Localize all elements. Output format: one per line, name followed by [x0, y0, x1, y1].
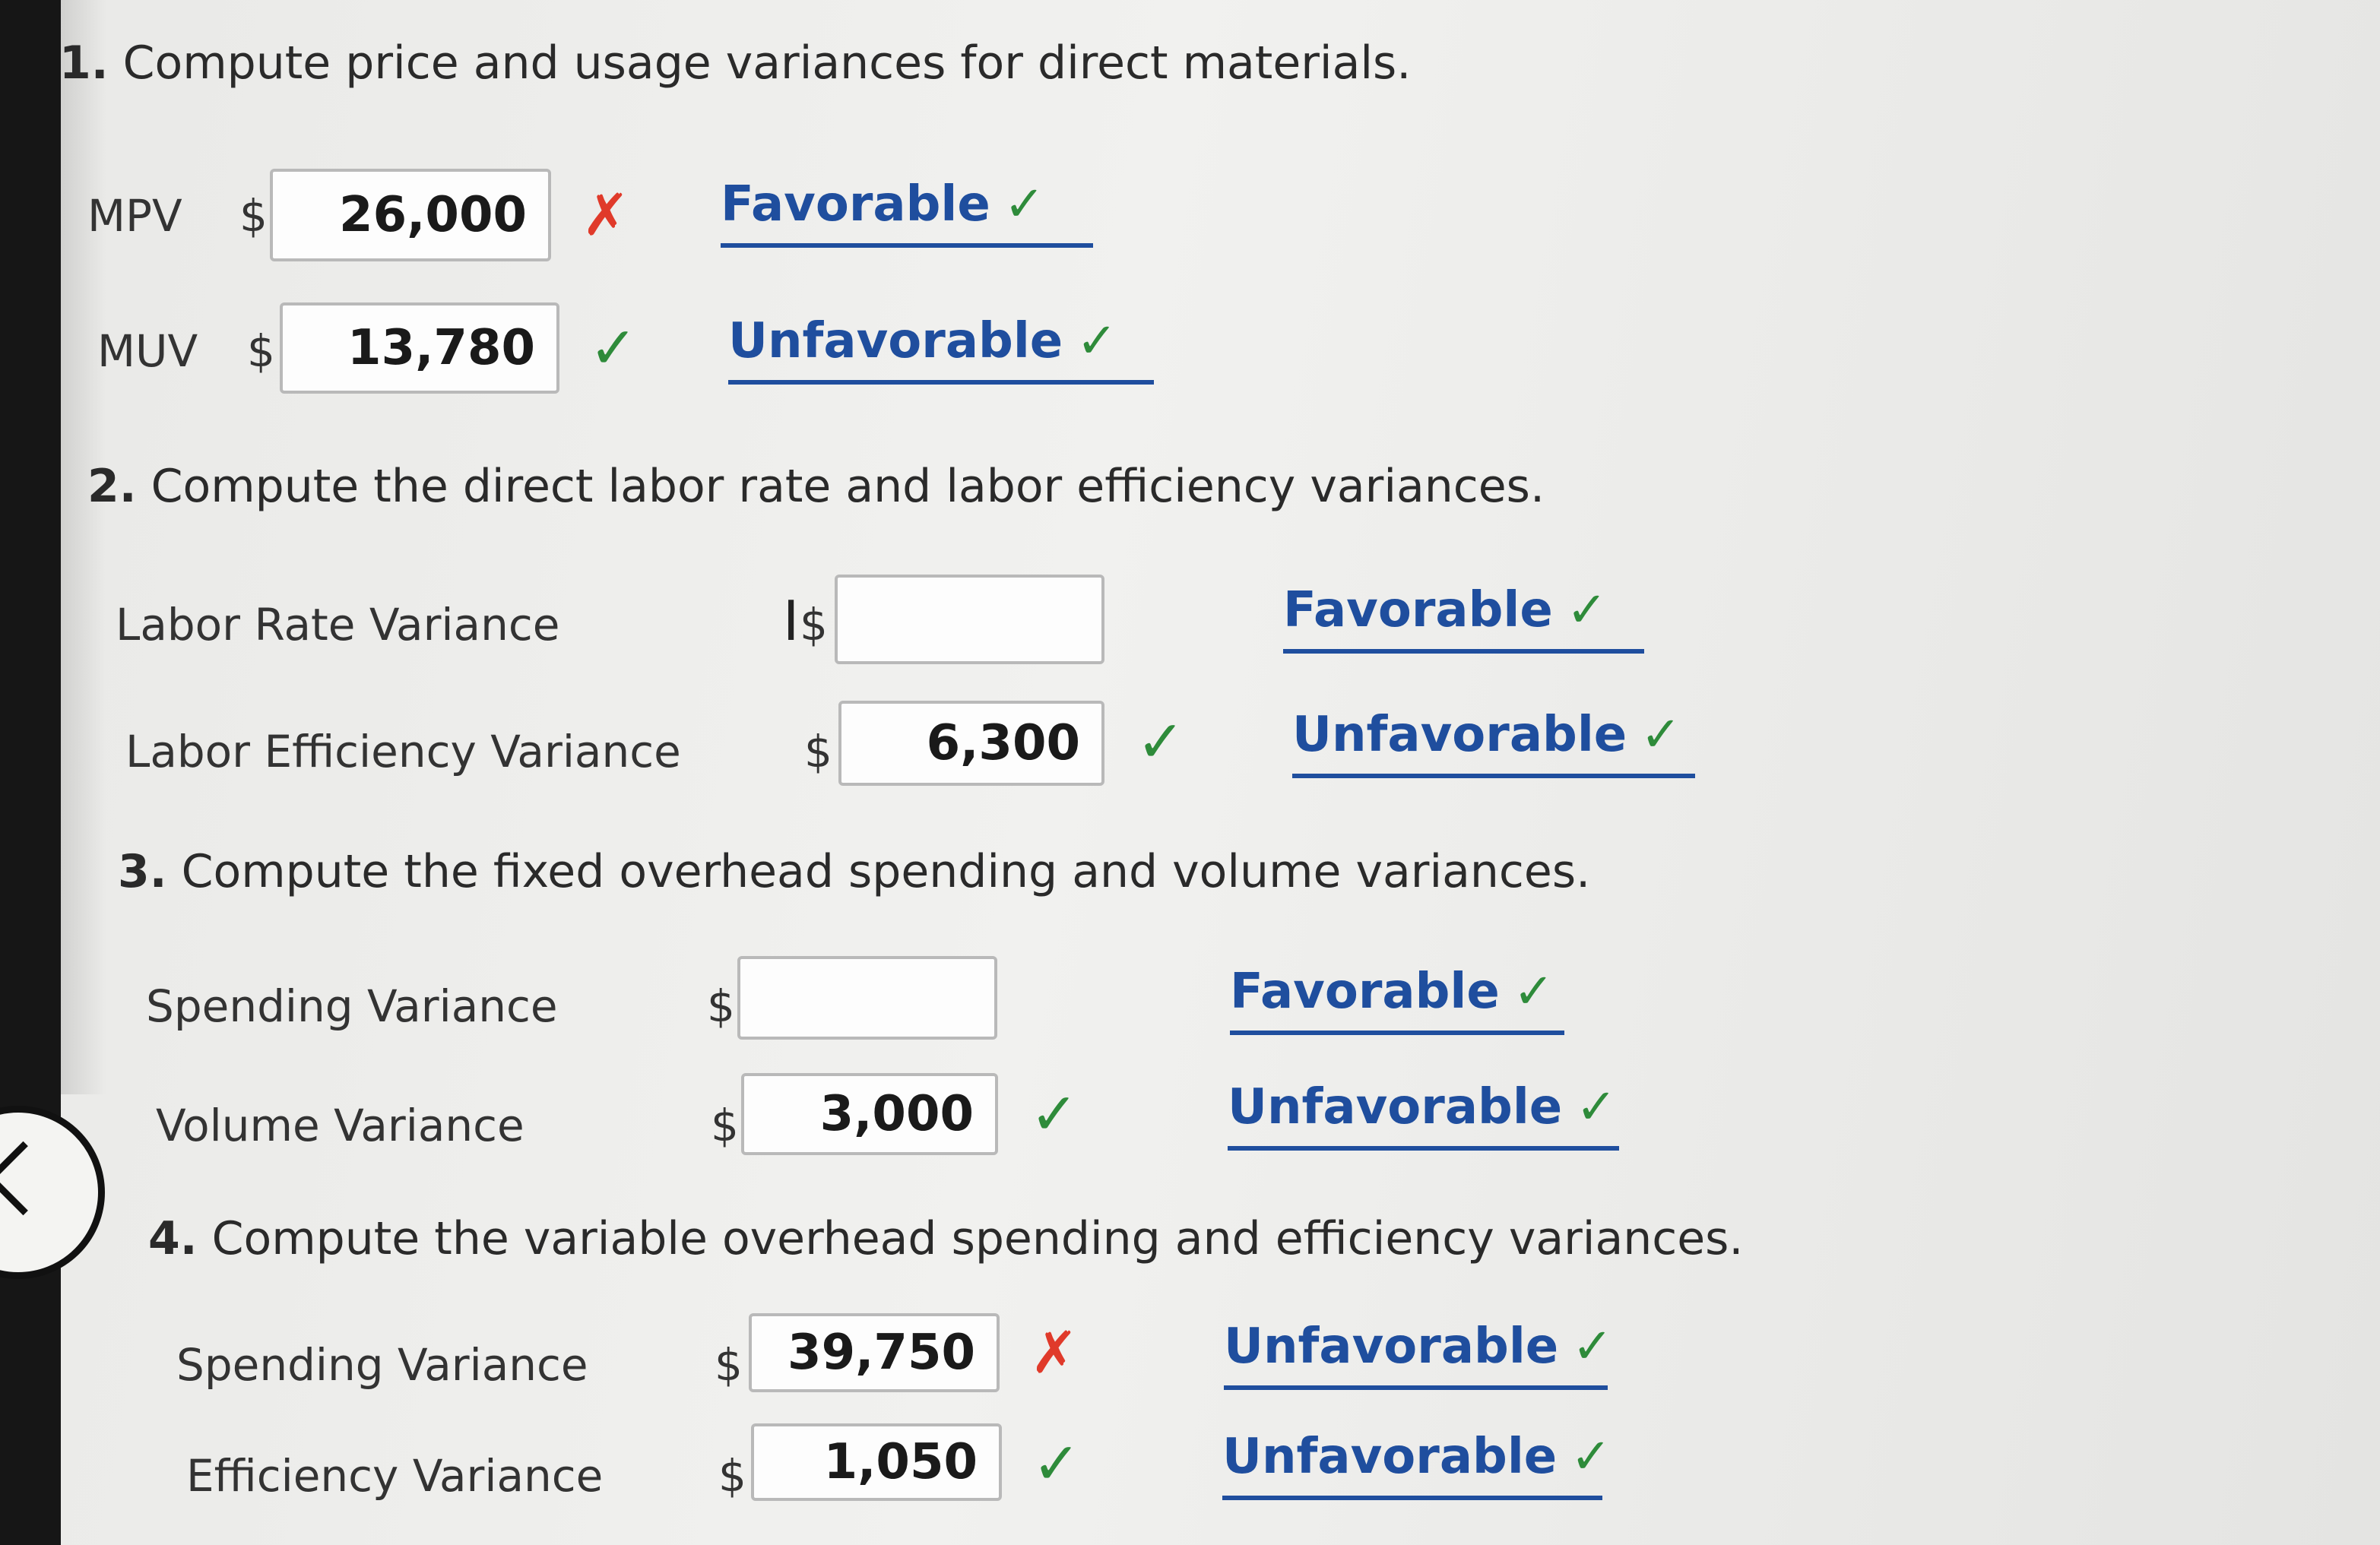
check-icon: ✓ [1640, 707, 1681, 763]
check-icon: ✓ [1570, 1429, 1611, 1485]
mpv-label: MPV [87, 190, 182, 242]
check-icon: ✓ [1566, 582, 1608, 638]
labor-rate-favorable-select[interactable]: Favorable ✓ [1283, 582, 1644, 654]
check-icon: ✓ [1576, 1079, 1617, 1135]
correct-check-icon: ✓ [589, 314, 638, 382]
correct-check-icon: ✓ [1032, 1429, 1081, 1497]
volume-variance-input[interactable]: 3,000 [741, 1073, 998, 1155]
correct-check-icon: ✓ [1136, 708, 1185, 775]
muv-dollar-sign: $ [247, 325, 275, 377]
muv-input[interactable]: 13,780 [280, 302, 559, 394]
volume-unfavorable-select[interactable]: Unfavorable ✓ [1228, 1079, 1619, 1151]
variable-efficiency-dollar-sign: $ [718, 1450, 746, 1502]
question-2-heading: 2. Compute the direct labor rate and lab… [87, 460, 1545, 513]
labor-efficiency-variance-label: Labor Efficiency Variance [125, 726, 681, 777]
labor-efficiency-variance-input[interactable]: 6,300 [838, 701, 1104, 786]
variable-spending-dollar-sign: $ [715, 1339, 743, 1391]
labor-rate-variance-input[interactable] [835, 575, 1104, 664]
question-1-heading: 1. Compute price and usage variances for… [59, 36, 1412, 90]
volume-dollar-sign: $ [711, 1100, 739, 1151]
fixed-spending-variance-label: Spending Variance [146, 980, 558, 1032]
question-3-heading: 3. Compute the fixed overhead spending a… [118, 845, 1591, 898]
correct-check-icon: ✓ [1030, 1080, 1079, 1148]
variable-spending-unfavorable-select[interactable]: Unfavorable ✓ [1224, 1319, 1613, 1390]
text-cursor-icon: I [783, 589, 800, 653]
variable-spending-variance-label: Spending Variance [176, 1339, 588, 1391]
mpv-input[interactable]: 26,000 [270, 169, 551, 261]
check-icon: ✓ [1003, 176, 1045, 233]
variable-spending-variance-input[interactable]: 39,750 [749, 1313, 1000, 1392]
screen-bezel [0, 0, 61, 1545]
labor-rate-variance-label: Labor Rate Variance [116, 599, 560, 651]
fixed-spending-favorable-select[interactable]: Favorable ✓ [1230, 964, 1564, 1035]
variable-efficiency-variance-label: Efficiency Variance [186, 1450, 604, 1502]
labor-efficiency-unfavorable-select[interactable]: Unfavorable ✓ [1292, 707, 1695, 778]
check-icon: ✓ [1076, 313, 1117, 369]
fixed-spending-variance-input[interactable] [737, 956, 997, 1040]
muv-unfavorable-select[interactable]: Unfavorable ✓ [728, 313, 1154, 385]
variable-efficiency-unfavorable-select[interactable]: Unfavorable ✓ [1222, 1429, 1611, 1500]
fixed-spending-dollar-sign: $ [707, 980, 735, 1032]
variable-efficiency-variance-input[interactable]: 1,050 [751, 1423, 1002, 1501]
check-icon: ✓ [1513, 964, 1554, 1020]
mpv-favorable-select[interactable]: Favorable ✓ [721, 176, 1093, 248]
check-icon: ✓ [1572, 1319, 1613, 1375]
labor-efficiency-dollar-sign: $ [804, 726, 832, 777]
incorrect-x-icon: ✗ [582, 181, 630, 249]
volume-variance-label: Volume Variance [156, 1100, 524, 1151]
question-4-heading: 4. Compute the variable overhead spendin… [148, 1212, 1744, 1265]
mpv-dollar-sign: $ [239, 190, 268, 242]
incorrect-x-icon: ✗ [1030, 1319, 1079, 1386]
muv-label: MUV [97, 325, 198, 377]
labor-rate-dollar-sign: $ [800, 599, 828, 651]
